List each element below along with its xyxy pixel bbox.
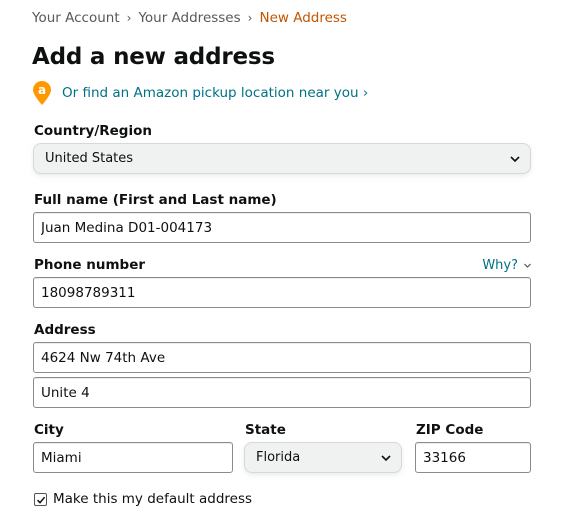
why-help-text: Why? xyxy=(482,258,518,273)
state-label: State xyxy=(245,422,286,438)
pickup-location-row: a Or find an Amazon pickup location near… xyxy=(31,80,368,106)
default-address-row[interactable]: Make this my default address xyxy=(34,491,252,507)
default-address-label: Make this my default address xyxy=(53,491,253,507)
chevron-down-icon xyxy=(524,263,531,268)
state-select[interactable]: Florida xyxy=(244,442,402,473)
country-region-select[interactable]: United States xyxy=(33,143,531,174)
address-line2-input[interactable] xyxy=(33,377,531,408)
breadcrumb-separator: › xyxy=(126,11,132,25)
chevron-down-icon xyxy=(381,455,391,462)
why-help-link[interactable]: Why? xyxy=(482,258,532,273)
phone-number-input[interactable] xyxy=(33,277,531,308)
city-input[interactable] xyxy=(33,442,233,473)
svg-text:a: a xyxy=(38,83,46,97)
zip-code-input[interactable] xyxy=(415,442,531,473)
full-name-input[interactable] xyxy=(33,212,531,243)
city-label: City xyxy=(34,422,64,438)
breadcrumb-your-account[interactable]: Your Account xyxy=(32,10,120,26)
page-title: Add a new address xyxy=(32,44,275,70)
chevron-down-icon xyxy=(510,156,520,163)
checkmark-icon xyxy=(36,496,46,504)
breadcrumb-new-address: New Address xyxy=(259,10,347,26)
breadcrumb-your-addresses[interactable]: Your Addresses xyxy=(138,10,240,26)
default-address-checkbox[interactable] xyxy=(34,492,47,506)
full-name-label: Full name (First and Last name) xyxy=(34,192,277,208)
country-region-label: Country/Region xyxy=(34,123,152,139)
phone-number-label: Phone number xyxy=(34,257,146,273)
breadcrumb: Your Account › Your Addresses › New Address xyxy=(32,10,347,26)
country-region-value: United States xyxy=(45,151,134,166)
address-label: Address xyxy=(34,322,96,338)
zip-code-label: ZIP Code xyxy=(416,422,484,438)
amazon-location-pin-icon: a xyxy=(31,80,53,106)
find-pickup-location-link[interactable]: Or find an Amazon pickup location near y… xyxy=(62,85,368,101)
address-line1-input[interactable] xyxy=(33,342,531,373)
state-value: Florida xyxy=(256,450,301,465)
breadcrumb-separator: › xyxy=(247,11,253,25)
